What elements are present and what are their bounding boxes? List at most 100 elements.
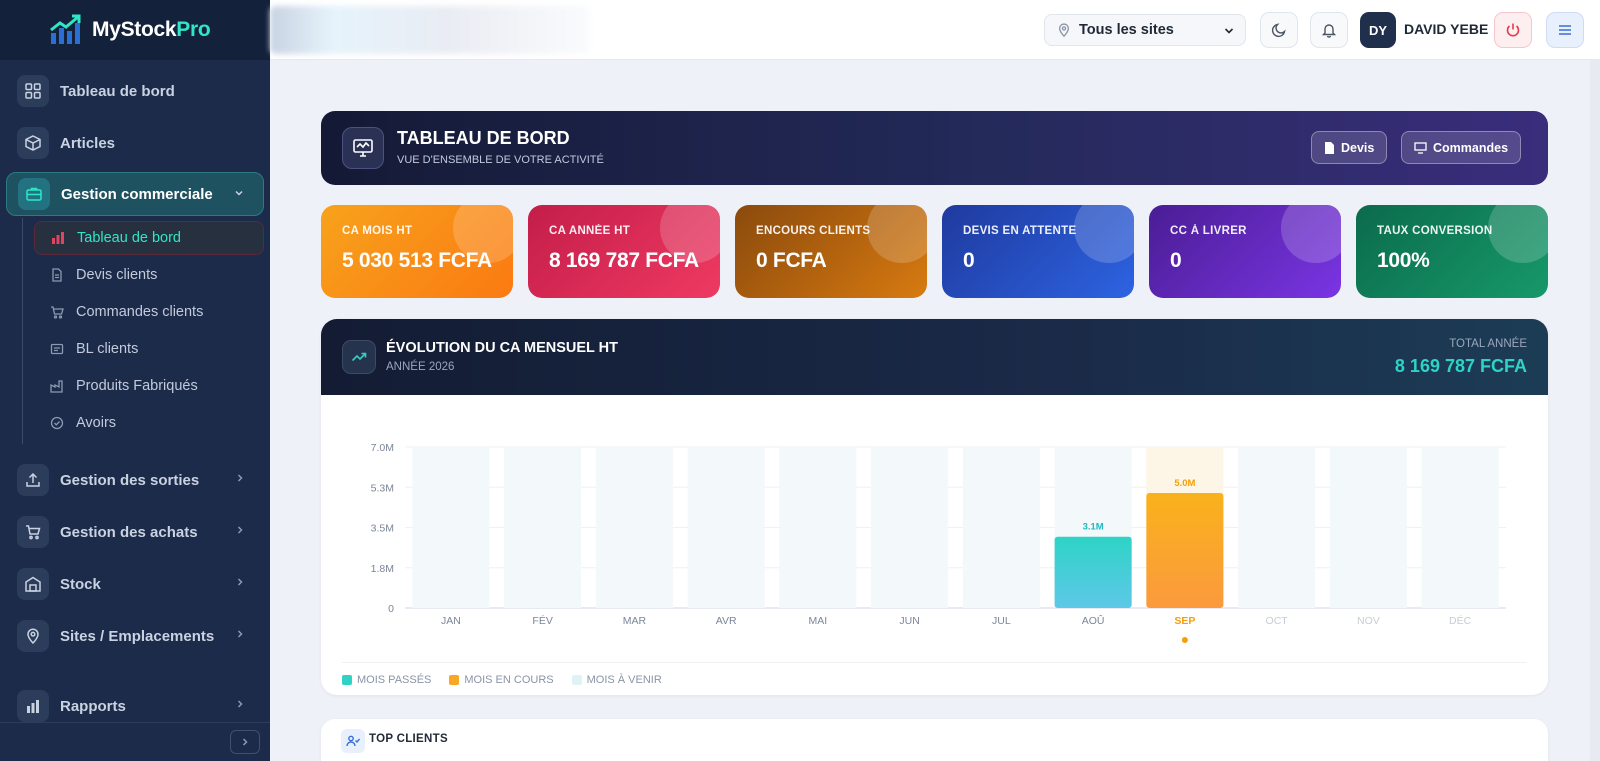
avatar[interactable]: DY [1360,12,1396,48]
moon-icon [1271,22,1287,38]
sidebar-subitem-label: Produits Fabriqués [76,378,198,394]
app-logo[interactable]: MyStockPro [0,0,270,60]
sidebar-item-gestion-des-achats[interactable]: Gestion des achats [6,510,264,554]
sidebar-item-label: Stock [60,575,101,593]
menu-button[interactable] [1546,12,1584,48]
kpi-card-taux-conversion[interactable]: TAUX CONVERSION 100% [1356,205,1548,298]
bar-background [687,447,765,608]
page-subtitle: VUE D'ENSEMBLE DE VOTRE ACTIVITÉ [397,154,604,166]
kpi-value: 0 [1170,249,1182,272]
factory-icon [50,379,64,393]
bar-background [504,447,582,608]
receipt-icon [50,342,64,356]
logo-chart-icon [48,13,82,47]
sidebar-item-stock[interactable]: Stock [6,562,264,606]
page-title: TABLEAU DE BORD [397,128,570,148]
devis-button[interactable]: Devis [1311,131,1388,164]
monitor-icon [342,127,384,169]
bar [1054,536,1132,608]
chevron-right-icon [234,697,246,709]
kpi-value: 5 030 513 FCFA [342,249,492,272]
chart-divider [342,662,1527,663]
revenue-bar-chart: 0 1.8M 3.5M 5.3M 7.0M JAN FÉV MAR AVR MAI JUN JUL 3.… [371,442,1506,643]
users-icon [341,729,365,753]
x-tick-label: MAI [809,615,828,627]
blurred-region [270,6,590,54]
sidebar-subitem-avoirs[interactable]: Avoirs [34,406,264,440]
y-tick-label: 5.3M [371,482,394,494]
logout-button[interactable] [1494,12,1532,48]
y-tick-label: 0 [388,603,394,615]
chevron-down-icon [1223,25,1235,41]
sidebar-item-label: Gestion des achats [60,523,198,541]
sidebar-item-gestion-des-sorties[interactable]: Gestion des sorties [6,458,264,502]
cart-icon [17,516,49,548]
hamburger-icon [1557,22,1573,38]
sidebar-item-label: Sites / Emplacements [60,627,215,645]
kpi-label: ENCOURS CLIENTS [756,225,871,237]
chevron-right-icon [234,471,246,483]
chevron-right-icon [234,627,246,639]
chevron-down-icon [233,186,245,198]
page-scrollbar[interactable] [1590,60,1600,761]
x-tick-label: AOÛ [1082,614,1105,627]
bar-background [412,447,490,608]
bar-chart-icon [17,690,49,722]
x-tick-label: NOV [1357,615,1380,627]
check-circle-icon [50,416,64,430]
sidebar-subitem-produits-fabriques[interactable]: Produits Fabriqués [34,369,264,403]
user-name[interactable]: DAVID YEBE [1404,21,1488,37]
kpi-card-cc-a-livrer[interactable]: CC À LIVRER 0 [1149,205,1341,298]
devis-button-label: Devis [1341,140,1375,155]
bar [1146,493,1224,608]
sidebar-collapse-button[interactable] [230,730,260,754]
decorative-circle [1488,205,1548,263]
bar-background [1329,447,1407,608]
kpi-card-encours-clients[interactable]: ENCOURS CLIENTS 0 FCFA [735,205,927,298]
sidebar-item-gestion-commerciale[interactable]: Gestion commerciale [6,172,264,216]
kpi-card-ca-annee[interactable]: CA ANNÉE HT 8 169 787 FCFA [528,205,720,298]
chevron-right-icon [234,523,246,535]
cart-icon [50,305,64,319]
kpi-label: CA MOIS HT [342,225,413,237]
sidebar-item-sites-emplacements[interactable]: Sites / Emplacements [6,614,264,658]
kpi-card-devis-en-attente[interactable]: DEVIS EN ATTENTE 0 [942,205,1134,298]
x-tick-label: MAR [623,615,647,627]
sidebar-subitem-label: BL clients [76,341,139,357]
sidebar-subitem-bl-clients[interactable]: BL clients [34,332,264,366]
decorative-circle [1281,205,1341,263]
kpi-value: 100% [1377,249,1430,272]
kpi-label: CC À LIVRER [1170,225,1247,237]
pin-icon [1057,23,1071,37]
sidebar-subitem-commandes-clients[interactable]: Commandes clients [34,295,264,329]
bar-background [779,447,857,608]
sidebar-subitem-devis-clients[interactable]: Devis clients [34,258,264,292]
total-year-value: 8 169 787 FCFA [1394,356,1527,376]
legend-item-future: MOIS À VENIR [571,674,662,686]
top-bar: Tous les sites DY DAVID YEBE [270,0,1600,60]
legend-label: MOIS À VENIR [586,674,662,686]
sidebar-item-tableau-de-bord[interactable]: Tableau de bord [6,69,264,113]
chevron-right-icon [234,575,246,587]
sidebar-subitem-label: Tableau de bord [77,230,181,246]
bell-icon [1321,22,1337,38]
legend-swatch-current [449,675,460,685]
notifications-button[interactable] [1310,12,1348,48]
x-tick-label: FÉV [532,614,552,627]
sidebar-item-articles[interactable]: Articles [6,121,264,165]
bar-background [962,447,1040,608]
upload-icon [17,464,49,496]
sidebar-subitem-label: Devis clients [76,267,158,283]
document-icon [1324,141,1335,154]
box-icon [17,127,49,159]
y-tick-label: 7.0M [371,442,394,454]
total-year-label: TOTAL ANNÉE [1449,338,1527,350]
commandes-button[interactable]: Commandes [1401,131,1522,164]
sidebar-item-label: Rapports [60,697,126,715]
sidebar-subitem-tableau-de-bord[interactable]: Tableau de bord [34,221,264,255]
kpi-card-ca-mois[interactable]: CA MOIS HT 5 030 513 FCFA [321,205,513,298]
site-select[interactable]: Tous les sites [1044,14,1246,46]
chart-title: ÉVOLUTION DU CA MENSUEL HT [386,340,619,356]
theme-toggle-button[interactable] [1260,12,1298,48]
x-tick-label: OCT [1266,615,1289,627]
